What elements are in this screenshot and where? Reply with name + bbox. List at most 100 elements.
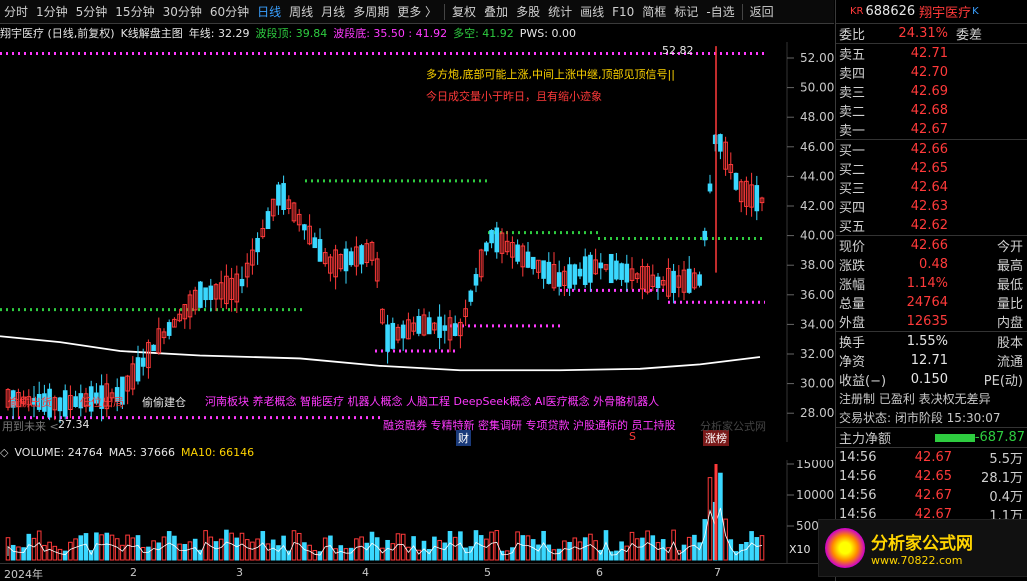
candle-body [733,172,739,190]
candle-body [473,274,479,286]
volume-bar [692,534,697,561]
candle-body [62,390,68,417]
toolbar-item-1[interactable]: 1分钟 [32,1,72,23]
bids-price: 42.62 [910,218,948,233]
asks-label: 卖三 [839,86,866,101]
candle-body [530,256,536,270]
stats-l: 涨幅 [839,278,866,293]
candle-body [598,262,604,269]
vol-label: 15000 [796,460,834,471]
stats-l: 现价 [839,240,866,255]
candle-body [416,316,422,334]
net-flow-value: -687.87 [974,430,1025,445]
volume-bar [650,535,656,561]
toolbar-item-3[interactable]: 15分钟 [111,1,158,23]
asks-row[interactable]: 卖五 42.71 [836,44,1027,63]
watermark-right: 分析家公式网 [700,420,766,433]
stats-r: 内盘 [996,316,1023,331]
price-label: 44.00 [800,169,834,183]
asks-row[interactable]: 卖一 42.67 [836,120,1027,139]
stats-row[interactable]: 现价 42.66 今开 [836,236,1027,255]
asks-row[interactable]: 卖三 42.69 [836,82,1027,101]
candle-body [203,287,208,301]
bids-label: 买三 [839,182,866,197]
date-label: 5 [484,566,491,579]
tick-v: 5.5万 [989,452,1023,467]
toolbar-item-9[interactable]: 多周期 [349,1,393,23]
stats2-row[interactable]: 净资 12.71 流通 [836,351,1027,370]
bids-row[interactable]: 买二 42.65 [836,159,1027,178]
stats-row[interactable]: 外盘 12635 内盘 [836,312,1027,331]
volume-bar [234,537,240,561]
vol-label: 10000 [796,488,834,502]
toolbar-item-7[interactable]: 周线 [285,1,317,23]
asks-row[interactable]: 卖四 42.70 [836,63,1027,82]
stats-v: 24764 [906,295,948,310]
volume-value: VOLUME: 24764 [14,445,103,459]
toolbar-item-8[interactable]: 月线 [317,1,349,23]
toolbar-item-16[interactable]: F10 [608,1,638,23]
volume-bar [156,542,162,561]
toolbar-item-5[interactable]: 60分钟 [206,1,253,23]
weibi-row: 委比 24.31% 委差 [836,24,1027,43]
asks-row[interactable]: 卖二 42.68 [836,101,1027,120]
asks-price: 42.70 [910,65,948,80]
price-label: 42.00 [800,199,834,213]
stats2-r: 流通 [996,355,1023,370]
stats2-row[interactable]: 收益(−) 0.150 PE(动) [836,370,1027,389]
toolbar-item-6[interactable]: 日线 [253,1,285,23]
toolbar-item-14[interactable]: 统计 [544,1,576,23]
toolbar-item-12[interactable]: 叠加 [480,1,512,23]
stats-row[interactable]: 涨幅 1.14% 最低 [836,274,1027,293]
bids-row[interactable]: 买四 42.63 [836,197,1027,216]
toolbar-item-17[interactable]: 简框 [638,1,670,23]
bids-row[interactable]: 买一 42.66 [836,140,1027,159]
candle-body [572,264,578,285]
volume-bar [21,547,26,561]
toolbar-item-20[interactable]: 返回 [746,1,778,23]
indicator-name[interactable]: K线解盘主图 [121,25,183,41]
bids-label: 买四 [839,201,866,216]
price-label: 36.00 [800,288,834,302]
asks-price: 42.69 [910,84,948,99]
toolbar-item-15[interactable]: 画线 [576,1,608,23]
peak-label: 52.82 [662,44,694,57]
toolbar-item-0[interactable]: 分时 [0,1,32,23]
tick-v: 28.1万 [981,471,1023,486]
volume-chart[interactable]: 15000100005000 [0,460,834,564]
candle-body [697,274,702,286]
price-label: 34.00 [800,317,834,331]
toolbar-item-19[interactable]: -自选 [702,1,738,23]
toolbar-item-2[interactable]: 5分钟 [72,1,112,23]
candle-body [140,357,146,367]
volume-bar [385,539,390,561]
toolbar-item-18[interactable]: 标记 [670,1,702,23]
stats2-r: 股本 [996,336,1023,351]
volume-bar [749,531,754,561]
bids-row[interactable]: 买三 42.64 [836,178,1027,197]
volume-bar [556,548,562,561]
s-badge[interactable]: S [629,430,636,443]
tick-t: 14:56 [839,469,877,484]
bids-row[interactable]: 买五 42.62 [836,216,1027,235]
stats-v: 12635 [906,314,948,329]
volume-bar [270,539,276,561]
candle-body [624,263,630,283]
candle-body [546,261,552,284]
toolbar-item-4[interactable]: 30分钟 [159,1,206,23]
volume-bar [374,537,380,561]
signal-note-2: 今日成交量小于昨日，且有缩小迹象 [426,90,602,103]
toolbar-item-11[interactable]: 复权 [448,1,480,23]
stats-r: 量比 [996,297,1023,312]
toolbar-item-13[interactable]: 多股 [512,1,544,23]
volume-bar [546,544,552,561]
candlestick-chart[interactable]: 52.00 50.00 48.00 46.00 44.00 42.00 40.00 38.00… [0,42,834,442]
stats-row[interactable]: 总量 24764 量比 [836,293,1027,312]
toolbar-item-10[interactable]: 更多 〉 [393,1,441,23]
volume-icon[interactable]: ◇ [0,446,8,459]
candle-body [239,278,245,287]
asks-label: 卖五 [839,48,866,63]
stats2-row[interactable]: 换手 1.55% 股本 [836,332,1027,351]
tick-t: 14:56 [839,450,877,465]
stats-row[interactable]: 涨跌 0.48 最高 [836,255,1027,274]
